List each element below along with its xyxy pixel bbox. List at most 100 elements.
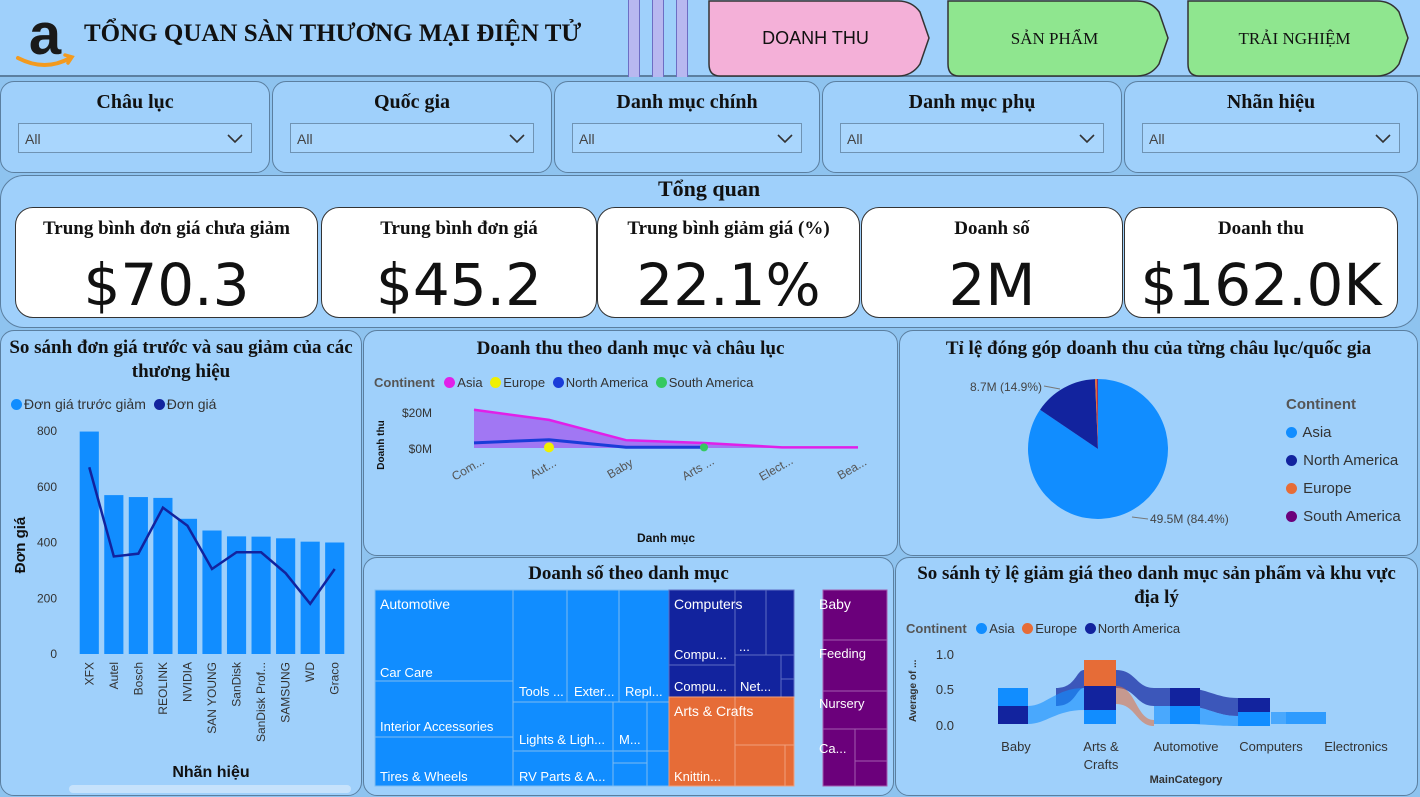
bar xyxy=(128,497,148,654)
x-tick-label: WD xyxy=(303,662,317,682)
x-tick-label: Bosch xyxy=(131,662,145,695)
treemap-label: Computers xyxy=(674,596,742,612)
kpi-card-avg-price: Trung bình đơn giá $45.2 xyxy=(321,207,597,319)
chevron-down-icon xyxy=(509,134,525,144)
filter-nhan-hieu-title: Nhãn hiệu xyxy=(1226,91,1316,113)
chart-title: Doanh thu theo danh mục và châu lục xyxy=(476,338,785,359)
sales-category-treemap-panel: Doanh số theo danh mục Automotive Car Ca… xyxy=(363,557,894,796)
filter-danh-muc-chinh: Danh mục chính All xyxy=(554,81,820,173)
nav-san-pham-button[interactable]: SẢN PHẨM xyxy=(947,0,1169,77)
treemap-tile xyxy=(822,728,856,787)
treemap-label: Ca... xyxy=(819,741,846,756)
bar xyxy=(79,431,99,654)
legend-label: North America xyxy=(565,375,649,390)
ribbon-shape xyxy=(1286,712,1326,724)
bar xyxy=(104,495,124,654)
kpi-value: $162.0K xyxy=(1140,251,1382,319)
filter-chau-luc-title: Châu lục xyxy=(96,91,174,113)
x-tick-label: XFX xyxy=(82,662,96,685)
x-tick-label: Computers xyxy=(1239,739,1303,754)
x-tick-label: REOLINK xyxy=(156,662,170,715)
legend-dot-icon xyxy=(976,623,988,634)
treemap-tile xyxy=(780,678,795,698)
legend-dot-icon xyxy=(1286,427,1297,438)
legend-title: Continent xyxy=(374,375,435,390)
filter-chau-luc-value: All xyxy=(25,131,41,147)
kpi-label: Doanh thu xyxy=(1217,218,1305,239)
chart-legend: Continent Asia Europe North America Sout… xyxy=(374,375,753,390)
kpi-value: $70.3 xyxy=(83,251,250,319)
filter-danh-muc-chinh-dropdown[interactable]: All xyxy=(572,123,802,153)
filter-chau-luc-dropdown[interactable]: All xyxy=(18,123,252,153)
revenue-category-chart-panel: Doanh thu theo danh mục và châu lục Cont… xyxy=(363,330,898,556)
overview-title: Tổng quan xyxy=(657,176,761,201)
legend-title: Continent xyxy=(906,621,967,636)
treemap-label: Knittin... xyxy=(674,769,721,784)
x-tick-label: Electronics xyxy=(1324,739,1388,754)
legend-label: Đơn giá xyxy=(166,396,217,412)
treemap-tile xyxy=(646,750,670,787)
treemap-label: Car Care xyxy=(380,665,433,680)
legend-dot-icon xyxy=(655,377,667,388)
treemap-label: Feeding xyxy=(819,646,866,661)
y-tick-label: 1.0 xyxy=(936,647,954,662)
scrollbar[interactable] xyxy=(69,785,351,793)
filter-danh-muc-phu-dropdown[interactable]: All xyxy=(840,123,1104,153)
filter-danh-muc-chinh-value: All xyxy=(579,131,595,147)
legend-label: North America xyxy=(1097,621,1181,636)
treemap-label: Automotive xyxy=(380,596,450,612)
chart-title: So sánh tỷ lệ giảm giá theo danh mục sản… xyxy=(917,563,1396,608)
nav-trai-nghiem-button[interactable]: TRẢI NGHIỆM xyxy=(1187,0,1409,77)
legend-label: Europe xyxy=(1303,480,1352,497)
y-tick-label: 400 xyxy=(37,536,57,550)
treemap-label: Lights & Ligh... xyxy=(519,732,605,747)
treemap-label: Compu... xyxy=(674,647,727,662)
sales-category-treemap: Automotive Car Care Interior Accessories… xyxy=(374,589,888,787)
y-axis-label: Đơn giá xyxy=(12,516,29,573)
x-tick-label: SanDisk Prof... xyxy=(254,662,268,742)
y-tick-label: 0 xyxy=(50,647,57,661)
treemap-label: Tools ... xyxy=(519,684,564,699)
chart-legend: Đơn giá trước giảm Đơn giá xyxy=(11,396,216,412)
y-tick-label: 200 xyxy=(37,591,57,605)
treemap-tile xyxy=(765,589,795,656)
filter-nhan-hieu-dropdown[interactable]: All xyxy=(1142,123,1400,153)
legend-label: Asia xyxy=(457,375,483,390)
header-stripe xyxy=(676,0,688,77)
y-tick-label: 800 xyxy=(37,424,57,438)
chart-legend: Continent Asia North America Europe Sout… xyxy=(1286,391,1401,531)
label-leader-line xyxy=(1043,385,1061,390)
filter-quoc-gia-title: Quốc gia xyxy=(373,91,451,113)
legend-title: Continent xyxy=(1286,396,1356,413)
legend-label: Asia xyxy=(989,621,1015,636)
nav-doanh-thu-button[interactable]: DOANH THU xyxy=(708,0,930,77)
x-tick-label: Arts ... xyxy=(679,454,716,483)
x-tick-label: Baby xyxy=(605,456,636,482)
header-stripe xyxy=(628,0,640,77)
y-tick-label: $20M xyxy=(402,406,432,420)
filter-quoc-gia-dropdown[interactable]: All xyxy=(290,123,534,153)
ribbon-block xyxy=(1084,660,1116,686)
y-axis-label: Average of ... xyxy=(908,659,919,722)
ribbon-shape xyxy=(1271,712,1286,724)
kpi-label: Trung bình đơn giá xyxy=(380,218,538,239)
treemap-label: Tires & Wheels xyxy=(380,769,468,784)
y-axis-label: Doanh thu xyxy=(376,420,387,469)
kpi-card-revenue: Doanh thu $162.0K xyxy=(1124,207,1398,319)
treemap-label: Net... xyxy=(740,679,771,694)
nav-san-pham-label: SẢN PHẨM xyxy=(1010,29,1099,48)
x-tick-label: Arts & xyxy=(1083,739,1119,754)
treemap-label: M... xyxy=(619,732,641,747)
treemap-label: Baby xyxy=(819,596,851,612)
kpi-label: Trung bình giảm giá (%) xyxy=(627,218,830,239)
dashboard-title: TỔNG QUAN SÀN THƯƠNG MẠI ĐIỆN TỬ xyxy=(84,20,582,47)
nav-doanh-thu-label: DOANH THU xyxy=(762,28,869,48)
x-axis-label: Nhãn hiệu xyxy=(172,764,249,781)
legend-label: North America xyxy=(1303,452,1399,469)
ribbon-block xyxy=(998,706,1028,724)
chart-title: Tỉ lệ đóng góp doanh thu của từng châu l… xyxy=(945,338,1372,359)
y-tick-label: 600 xyxy=(37,480,57,494)
treemap-label: ... xyxy=(739,639,750,654)
legend-label: Europe xyxy=(1035,621,1078,636)
legend-label: South America xyxy=(668,375,754,390)
